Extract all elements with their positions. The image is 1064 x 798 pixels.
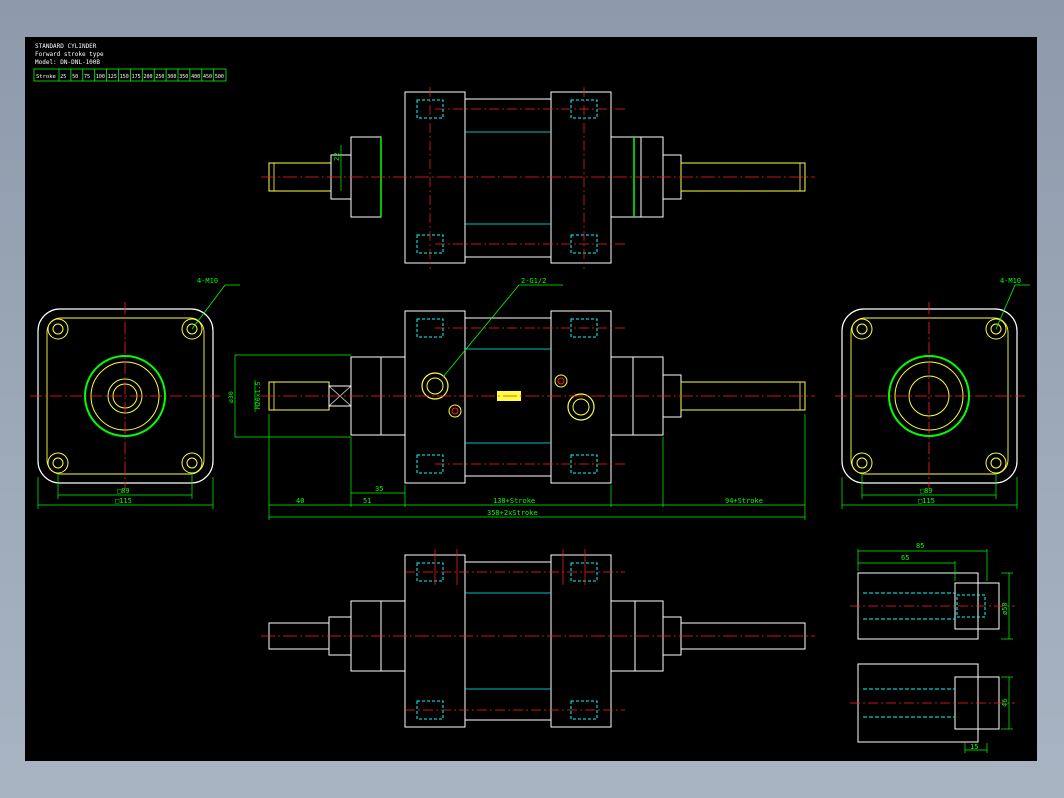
stroke-cell-value: 50 [72, 74, 78, 80]
dim-138: 138+Stroke [493, 497, 535, 505]
middle-view: 2-G1/2 40 51 35 138+Stroke 94+Stroke 358… [227, 277, 815, 520]
title-block: STANDARD CYLINDER Forward stroke type Mo… [33, 43, 227, 82]
dim-85: 85 [916, 542, 924, 550]
mid-rod-right [680, 381, 806, 411]
label-thread-right: 4-M10 [1000, 277, 1021, 285]
label-thread-left: 4-M10 [197, 277, 218, 285]
bottom-view [261, 549, 815, 728]
dim-15: 15 [970, 743, 978, 751]
title-line-1: STANDARD CYLINDER [35, 43, 97, 50]
top-view: 22 [261, 87, 815, 269]
stroke-cell-value: 250 [155, 74, 164, 80]
dim-94: 94+Stroke [725, 497, 763, 505]
dim-22: 22 [333, 153, 341, 161]
drawing-canvas[interactable]: STANDARD CYLINDER Forward stroke type Mo… [25, 37, 1037, 761]
dim-50: ø50 [1001, 602, 1009, 615]
title-line-3: Model: DN-DNL-100B [35, 59, 100, 66]
cad-drawing: STANDARD CYLINDER Forward stroke type Mo… [30, 43, 1030, 753]
stroke-cell-value: 125 [108, 74, 117, 80]
left-end-view: 4-M10 □89 □115 [30, 277, 240, 509]
port-rear [567, 393, 595, 421]
stroke-cell-value: 150 [120, 74, 129, 80]
stroke-cell-value: 350 [179, 74, 188, 80]
dim-thread-rod: M20x1.5 [254, 382, 262, 409]
stroke-cell-value: 450 [203, 74, 212, 80]
right-end-view: 4-M10 □89 □115 [835, 277, 1030, 509]
stroke-cell-value: 300 [167, 74, 176, 80]
dim-phi30: ø30 [227, 391, 235, 403]
stroke-cell-value: 25 [60, 74, 66, 80]
label-sq115-left: □115 [115, 497, 132, 505]
port-front [421, 372, 449, 400]
dim-40: 40 [296, 497, 304, 505]
stroke-cell-value: 400 [191, 74, 200, 80]
title-line-2: Forward stroke type [35, 51, 104, 58]
label-sq89-right: □89 [920, 487, 933, 495]
dim-358: 358+2xStroke [487, 509, 538, 517]
stroke-cell-value: 75 [84, 74, 90, 80]
rod-end-detail: 85 65 ø50 46 15 [850, 542, 1015, 753]
stroke-cell-value: 200 [144, 74, 153, 80]
stroke-cell-value: 100 [96, 74, 105, 80]
label-port: 2-G1/2 [521, 277, 546, 285]
dim-46: 46 [1001, 699, 1009, 707]
stroke-cell-value: 175 [132, 74, 141, 80]
stroke-table-header: Stroke [36, 74, 56, 80]
stroke-cell-value: 500 [215, 74, 224, 80]
dim-65: 65 [901, 554, 909, 562]
dim-35: 35 [375, 485, 383, 493]
label-sq115-right: □115 [918, 497, 935, 505]
label-sq89-left: □89 [117, 487, 130, 495]
top-rod-right [680, 162, 806, 192]
stroke-table-cells: 25 50 75 100 125 150 175 200 250 300 350 400 450 500 [58, 69, 224, 81]
dim-51: 51 [363, 497, 371, 505]
